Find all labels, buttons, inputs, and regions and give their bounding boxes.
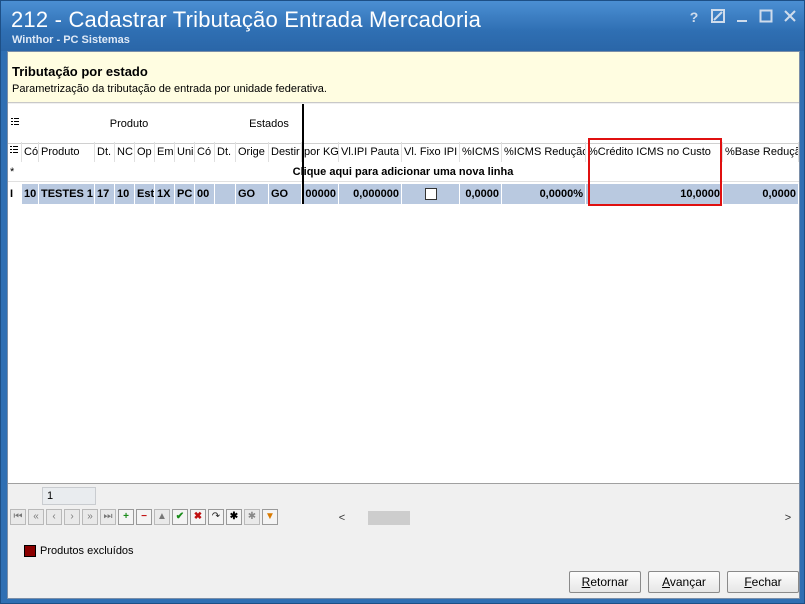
scroll-right-icon[interactable]: >	[780, 510, 796, 526]
table-cell[interactable]: PC	[175, 184, 195, 204]
first-icon[interactable]: ⏮	[10, 509, 26, 525]
table-cell[interactable]: 0,0000	[723, 184, 799, 204]
table-cell[interactable]: 00	[195, 184, 215, 204]
close-icon[interactable]	[782, 9, 798, 25]
grid-menu-icon[interactable]	[8, 104, 22, 144]
row-indicator: I	[8, 184, 22, 204]
table-cell[interactable]: 0,000000	[339, 184, 402, 204]
table-cell[interactable]: 10	[115, 184, 135, 204]
header-panel: Tributação por estado Parametrização da …	[8, 52, 799, 103]
column-header[interactable]: %Base Redução	[723, 142, 799, 162]
column-header[interactable]: Vl.IPI Pauta	[339, 142, 402, 162]
highlight-box	[588, 138, 722, 206]
next-page-icon[interactable]: »	[82, 509, 98, 525]
column-header[interactable]: Orige	[236, 142, 269, 162]
table-cell[interactable]: GO	[236, 184, 269, 204]
filter-icon[interactable]: ▼	[262, 509, 278, 525]
column-header[interactable]: Có	[195, 142, 215, 162]
next-button[interactable]: Avançar	[648, 571, 720, 593]
delete-icon[interactable]: −	[136, 509, 152, 525]
panel-title: Tributação por estado	[12, 64, 148, 79]
tax-grid[interactable]: Produto Estados Có Produto Dt. NC Op Em Uni Có D…	[8, 104, 799, 484]
column-header[interactable]: Destir	[269, 142, 302, 162]
restore-icon[interactable]	[710, 9, 726, 25]
column-header[interactable]: por KG	[302, 142, 339, 162]
cancel-icon[interactable]: ✖	[190, 509, 206, 525]
last-icon[interactable]: ⏭	[100, 509, 116, 525]
horizontal-scrollbar[interactable]: < >	[334, 510, 796, 526]
help-icon[interactable]: ?	[686, 9, 702, 25]
column-header[interactable]: NC	[115, 142, 135, 162]
column-splitter[interactable]	[302, 104, 304, 204]
refresh-icon[interactable]: ↷	[208, 509, 224, 525]
table-cell[interactable]: Est	[135, 184, 155, 204]
new-row-marker: *	[10, 166, 15, 178]
column-header[interactable]: Vl. Fixo IPI	[402, 142, 460, 162]
column-header[interactable]: Có	[22, 142, 39, 162]
minimize-icon[interactable]	[734, 9, 750, 25]
table-cell[interactable]: 10	[22, 184, 39, 204]
table-cell[interactable]: GO	[269, 184, 302, 204]
vl-fixo-ipi-checkbox[interactable]	[402, 184, 460, 204]
close-button[interactable]: Fechar	[727, 571, 799, 593]
panel-description: Parametrização da tributação de entrada …	[12, 83, 327, 95]
column-header[interactable]: Uni	[175, 142, 195, 162]
add-icon[interactable]: +	[118, 509, 134, 525]
column-header[interactable]: Produto	[39, 142, 95, 162]
table-cell[interactable]: 0,0000	[460, 184, 502, 204]
scroll-thumb[interactable]	[368, 511, 410, 525]
back-button[interactable]: Retornar	[569, 571, 641, 593]
prev-icon[interactable]: ‹	[46, 509, 62, 525]
table-cell[interactable]: 00000	[302, 184, 339, 204]
legend: Produtos excluídos	[24, 545, 134, 558]
table-cell[interactable]: 0,0000%	[502, 184, 586, 204]
table-cell[interactable]: TESTES 1	[39, 184, 95, 204]
maximize-icon[interactable]	[758, 9, 774, 25]
prev-page-icon[interactable]: «	[28, 509, 44, 525]
application-window: 212 - Cadastrar Tributação Entrada Merca…	[0, 0, 805, 604]
checkbox[interactable]	[424, 188, 437, 201]
client-area: Tributação por estado Parametrização da …	[7, 51, 800, 599]
record-count: 1	[42, 487, 96, 505]
next-icon[interactable]: ›	[64, 509, 80, 525]
column-header[interactable]: Dt.	[215, 142, 236, 162]
window-title: 212 - Cadastrar Tributação Entrada Merca…	[11, 7, 482, 32]
column-header[interactable]: %ICMS	[460, 142, 502, 162]
title-bar[interactable]: 212 - Cadastrar Tributação Entrada Merca…	[1, 1, 804, 51]
column-header[interactable]: Em	[155, 142, 175, 162]
scroll-left-icon[interactable]: <	[334, 510, 350, 526]
window-subtitle: Winthor - PC Sistemas	[12, 34, 130, 46]
column-header[interactable]: Op	[135, 142, 155, 162]
legend-label: Produtos excluídos	[40, 545, 134, 557]
clear-icon[interactable]: ✱	[244, 509, 260, 525]
window-controls: ?	[686, 9, 798, 25]
table-cell[interactable]: 17	[95, 184, 115, 204]
band-produto[interactable]: Produto	[22, 104, 236, 144]
grid-footer: 1	[8, 485, 799, 507]
table-cell[interactable]	[215, 184, 236, 204]
column-chooser-icon[interactable]	[8, 142, 22, 162]
asterisk-icon[interactable]: ✱	[226, 509, 242, 525]
band-estados[interactable]: Estados	[236, 104, 302, 144]
column-header[interactable]: Dt.	[95, 142, 115, 162]
grid-navigator: ⏮ « ‹ › » ⏭ + − ▲ ✔ ✖ ↷ ✱ ✱ ▼ < >	[8, 508, 799, 528]
edit-icon[interactable]: ▲	[154, 509, 170, 525]
post-icon[interactable]: ✔	[172, 509, 188, 525]
legend-swatch	[24, 545, 36, 558]
column-header[interactable]: %ICMS Redução	[502, 142, 586, 162]
table-cell[interactable]: 1X	[155, 184, 175, 204]
